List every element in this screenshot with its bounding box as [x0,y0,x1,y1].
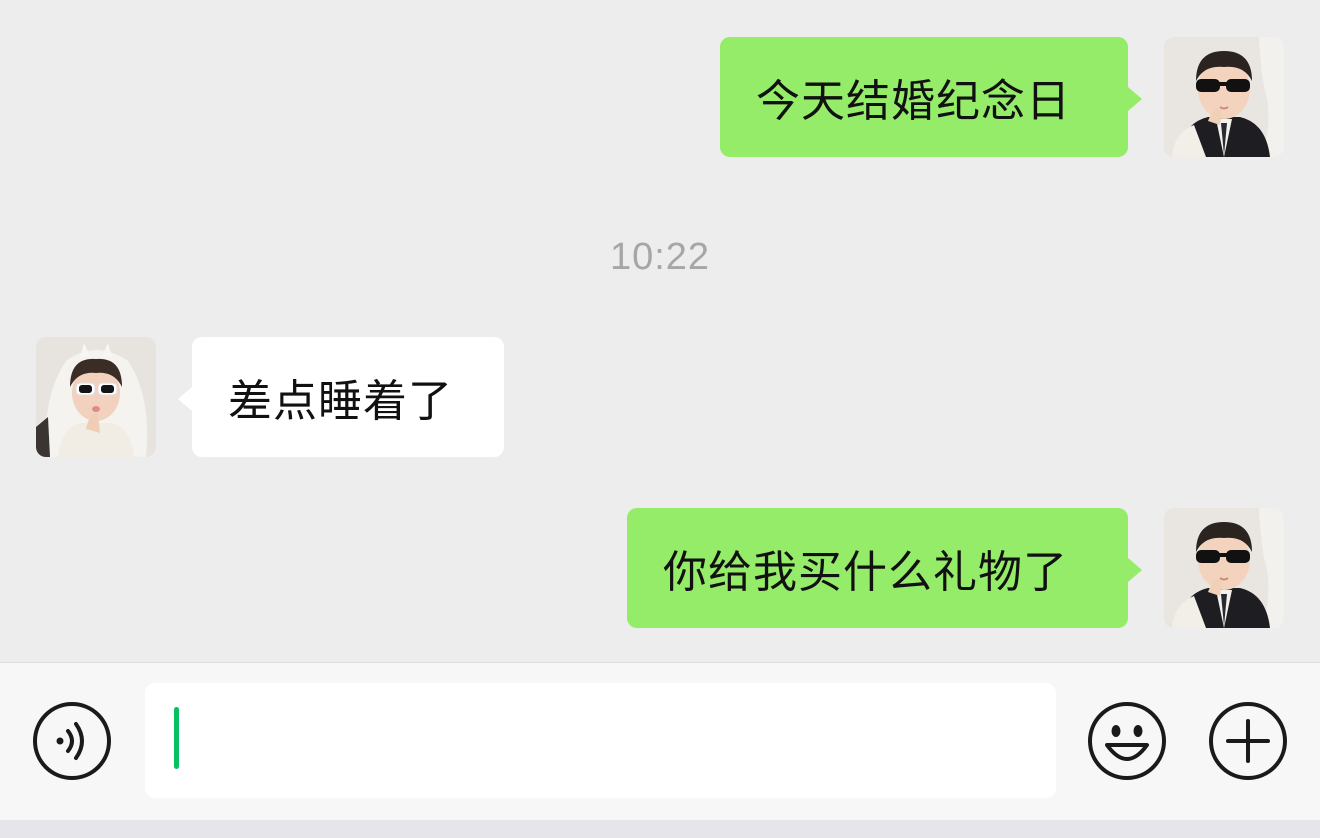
contact-avatar[interactable] [36,337,156,457]
my-avatar[interactable] [1164,508,1284,628]
sent-message-bubble[interactable]: 你给我买什么礼物了 [627,508,1142,628]
my-avatar[interactable] [1164,37,1284,157]
more-button[interactable] [1208,701,1288,781]
bottom-safe-area [0,820,1320,838]
emoji-icon [1088,702,1166,780]
sent-message-bubble[interactable]: 今天结婚纪念日 [720,37,1142,157]
chat-message-area[interactable]: 今天结婚纪念日 10:22 差点睡着了 你给我买什么礼物了 [0,0,1320,662]
chat-input-bar [0,662,1320,820]
voice-icon [33,702,111,780]
message-text: 你给我买什么礼物了 [663,547,1068,598]
girl-sunglasses-avatar [36,337,156,457]
message-text: 今天结婚纪念日 [756,76,1071,127]
plus-icon [1209,702,1287,780]
boy-sunglasses-avatar [1164,37,1284,157]
bubble-tail [1128,87,1142,111]
received-message-bubble[interactable]: 差点睡着了 [178,337,504,457]
message-input[interactable] [145,683,1056,798]
bubble-tail [178,387,192,411]
emoji-button[interactable] [1087,701,1167,781]
voice-button[interactable] [32,701,112,781]
text-caret [174,707,179,769]
message-timestamp: 10:22 [609,236,711,278]
message-text: 差点睡着了 [228,376,453,427]
bubble-tail [1128,558,1142,582]
boy-sunglasses-avatar [1164,508,1284,628]
